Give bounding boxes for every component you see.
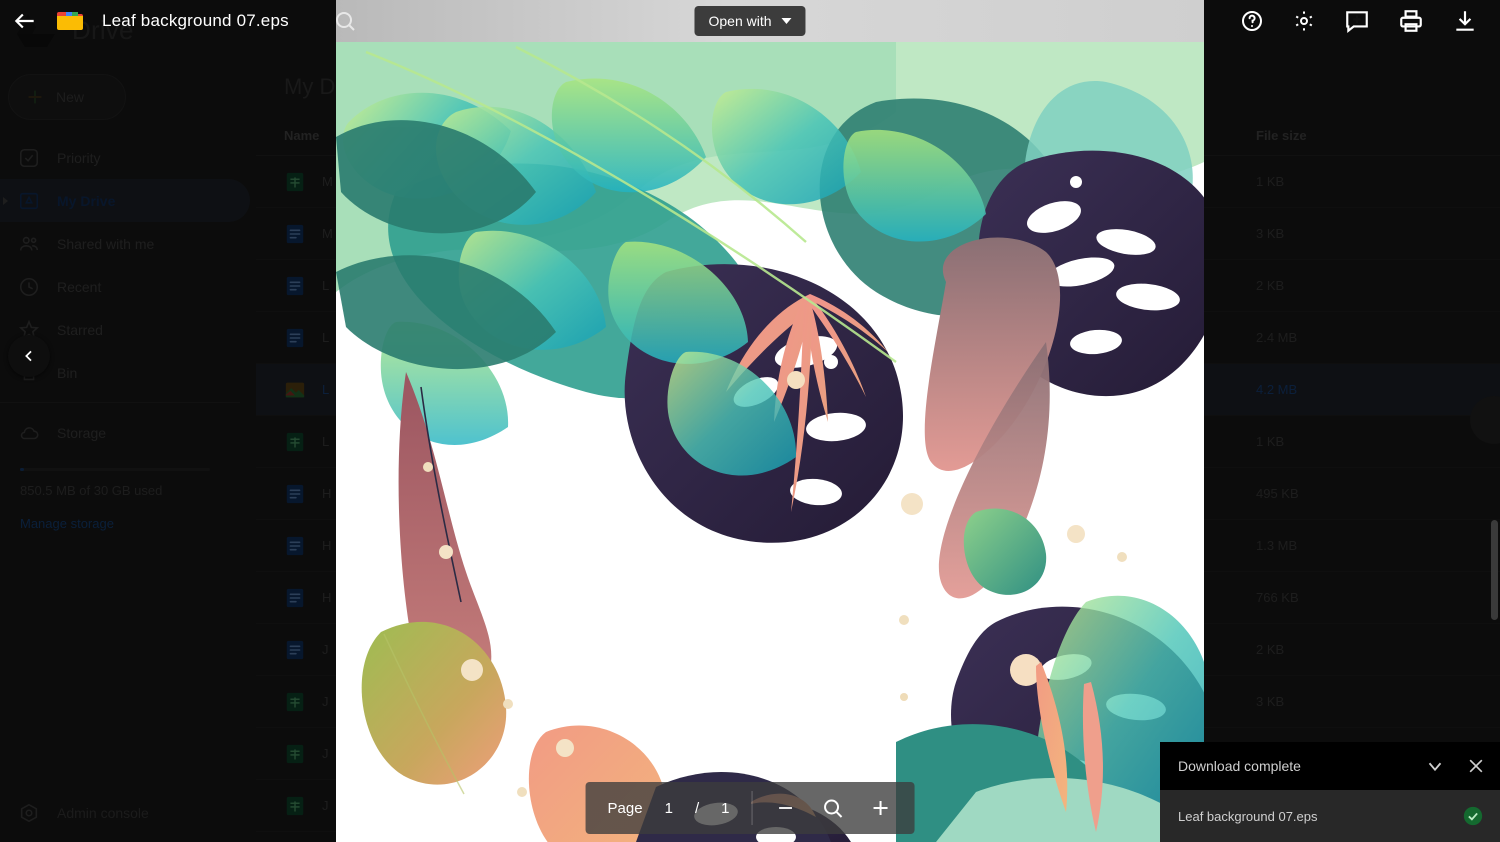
chevron-down-icon[interactable] — [1424, 755, 1446, 777]
page-divider: / — [694, 799, 700, 817]
settings-icon[interactable] — [1292, 9, 1316, 33]
print-icon[interactable] — [1398, 8, 1424, 34]
page-label: Page — [607, 799, 643, 817]
add-comment-icon[interactable] — [1344, 8, 1370, 34]
page-total: 1 — [721, 799, 730, 817]
file-preview-overlay: Leaf background 07.eps Open with Page 1 … — [0, 0, 1500, 842]
check-circle-icon — [1462, 805, 1484, 827]
zoom-group — [752, 796, 914, 820]
open-with-button[interactable]: Open with — [694, 6, 806, 36]
download-toast-actions — [1424, 755, 1486, 777]
page-zoom-controls: Page 1 / 1 — [585, 782, 915, 834]
download-icon[interactable] — [1452, 8, 1478, 34]
download-file-name: Leaf background 07.eps — [1178, 808, 1318, 824]
fit-zoom-button[interactable] — [820, 796, 844, 820]
download-toast-title: Download complete — [1178, 758, 1301, 774]
zoom-out-button[interactable] — [774, 797, 796, 819]
preview-file-title: Leaf background 07.eps — [102, 11, 289, 30]
help-icon[interactable] — [1240, 9, 1264, 33]
page-group: Page 1 / 1 — [586, 800, 752, 817]
download-toast-item[interactable]: Leaf background 07.eps — [1160, 790, 1500, 842]
preview-toolbar-right — [1240, 8, 1488, 34]
chevron-down-icon — [781, 18, 792, 24]
close-icon[interactable] — [1466, 756, 1486, 776]
drive-preview-app: Drive Search in Drive New — [0, 0, 1500, 842]
next-file-button[interactable] — [1470, 396, 1500, 444]
preview-search-icon[interactable] — [333, 9, 357, 33]
download-toast-header: Download complete — [1160, 742, 1500, 790]
open-with-label: Open with — [708, 13, 772, 29]
zoom-in-button[interactable] — [868, 796, 892, 820]
preview-toolbar-left: Leaf background 07.eps — [12, 8, 357, 34]
download-toast: Download complete Leaf background 07.eps — [1160, 742, 1500, 842]
back-icon[interactable] — [12, 8, 38, 34]
preview-stage — [336, 0, 1204, 842]
folder-icon[interactable] — [56, 9, 84, 33]
page-current[interactable]: 1 — [665, 800, 673, 817]
leaf-background-artwork — [336, 42, 1204, 842]
